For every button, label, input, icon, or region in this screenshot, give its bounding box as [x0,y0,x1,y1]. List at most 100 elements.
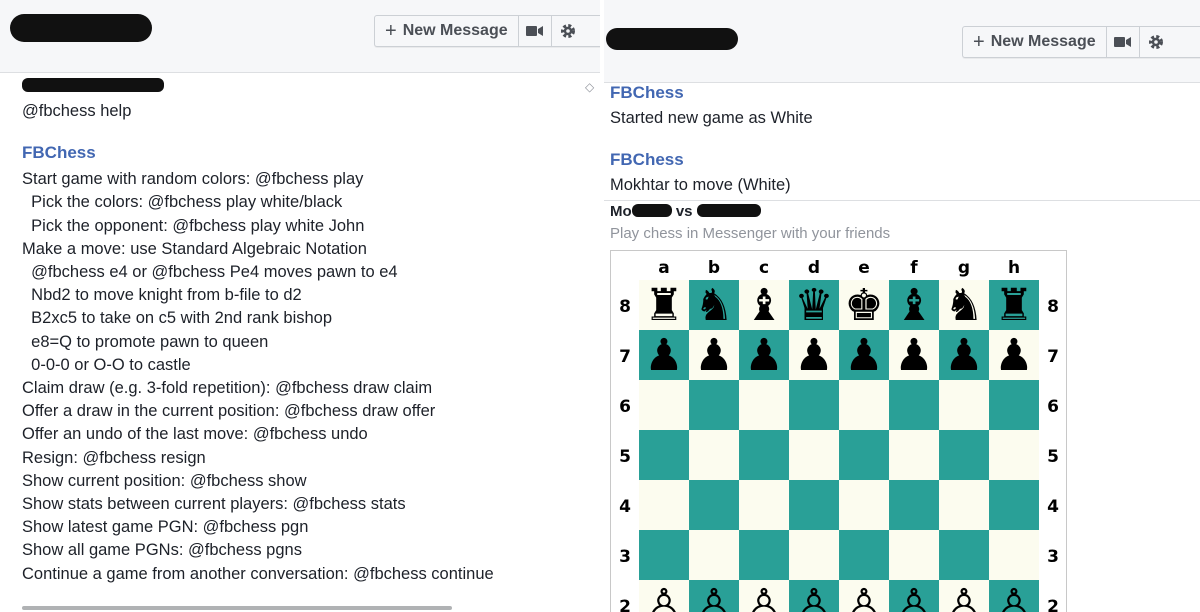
board-square[interactable] [839,380,889,430]
board-square[interactable] [839,430,889,480]
message-options-icon[interactable]: ◇ [585,80,594,94]
redacted-conversation-name [606,28,738,50]
chess-piece[interactable]: ♜ [644,280,683,331]
chess-piece[interactable]: ♙ [694,580,733,612]
board-square[interactable] [639,430,689,480]
board-square[interactable] [689,530,739,580]
help-line: Show latest game PGN: @fbchess pgn [22,518,309,537]
board-square[interactable] [739,430,789,480]
gear-icon [1148,35,1163,49]
chess-piece[interactable]: ♟ [794,330,833,381]
board-square[interactable] [939,380,989,430]
board-square[interactable] [739,480,789,530]
redacted-user-name [22,78,164,92]
settings-button[interactable] [552,16,584,46]
board-square[interactable] [889,480,939,530]
chess-piece[interactable]: ♝ [894,280,933,331]
video-camera-icon [1113,37,1131,47]
rank-label: 5 [1047,447,1059,467]
board-square[interactable] [939,430,989,480]
board-square[interactable] [739,530,789,580]
help-line: Show stats between current players: @fbc… [22,495,406,514]
chess-piece[interactable]: ♙ [844,580,883,612]
rank-label: 5 [619,447,631,467]
chess-piece[interactable]: ♟ [744,330,783,381]
video-call-button[interactable] [519,16,552,46]
chess-piece[interactable]: ♞ [694,280,733,331]
game-subtitle: Play chess in Messenger with your friend… [610,225,891,242]
help-line: Make a move: use Standard Algebraic Nota… [22,239,367,258]
rank-label: 7 [619,347,631,367]
board-square[interactable] [639,530,689,580]
help-line: @fbchess e4 or @fbchess Pe4 moves pawn t… [22,263,398,282]
header-toolbar: + New Message [374,15,600,47]
board-square[interactable] [889,430,939,480]
rank-label: 4 [619,497,631,517]
board-square[interactable] [789,380,839,430]
chess-piece[interactable]: ♙ [894,580,933,612]
message-list: FBChess Started new game as White FBChes… [610,82,1200,197]
gear-icon [560,24,575,38]
chess-piece[interactable]: ♟ [844,330,883,381]
sender-name[interactable]: FBChess [610,82,1200,104]
file-label: e [858,258,870,278]
partial-message-line [22,598,452,610]
chess-piece[interactable]: ♟ [944,330,983,381]
sender-name[interactable]: FBChess [22,142,600,164]
bot-message: Mokhtar to move (White) [610,176,791,195]
chess-piece[interactable]: ♚ [844,280,883,331]
settings-button[interactable] [1140,27,1172,57]
board-square[interactable] [789,480,839,530]
new-message-button[interactable]: + New Message [375,16,519,46]
new-message-button[interactable]: + New Message [963,27,1107,57]
board-square[interactable] [889,380,939,430]
chess-game-card[interactable]: Mo vs Play chess in Messenger with your … [604,200,1200,612]
board-square[interactable] [939,530,989,580]
chess-piece[interactable]: ♛ [794,280,833,331]
sender-name[interactable]: FBChess [610,149,1200,171]
plus-icon: + [385,20,397,42]
board-square[interactable] [639,480,689,530]
chess-piece[interactable]: ♟ [694,330,733,381]
board-square[interactable] [989,380,1039,430]
help-line: Resign: @fbchess resign [22,448,206,467]
board-square[interactable] [839,480,889,530]
chess-piece[interactable]: ♞ [944,280,983,331]
video-call-button[interactable] [1107,27,1140,57]
help-line: e8=Q to promote pawn to queen [22,332,269,351]
help-line: Show all game PGNs: @fbchess pgns [22,541,302,560]
chess-piece[interactable]: ♙ [644,580,683,612]
rank-label: 6 [1047,397,1059,417]
chess-piece[interactable]: ♙ [794,580,833,612]
board-square[interactable] [789,530,839,580]
chess-board[interactable]: a b c d e f g h 8 8 ♜ ♞ ♝ ♛ ♚ ♝ ♞ ♜ 7 7 ♟ ♟ ♟ ♟ ♟ ♟ ♟ ♟ 6 6 5 5 4 4 3 3 2 2 ♙ ♙… [610,250,1067,612]
board-square[interactable] [689,380,739,430]
chess-piece[interactable]: ♝ [744,280,783,331]
chess-piece[interactable]: ♟ [894,330,933,381]
board-square[interactable] [689,430,739,480]
chess-piece[interactable]: ♙ [994,580,1033,612]
board-square[interactable] [939,480,989,530]
new-message-label: New Message [990,33,1096,50]
board-square[interactable] [989,480,1039,530]
board-square[interactable] [689,480,739,530]
chess-piece[interactable]: ♟ [994,330,1033,381]
chess-piece[interactable]: ♙ [744,580,783,612]
board-square[interactable] [789,430,839,480]
rank-label: 6 [619,397,631,417]
board-square[interactable] [889,530,939,580]
help-line: Pick the opponent: @fbchess play white J… [22,216,365,235]
board-square[interactable] [739,380,789,430]
help-message: Start game with random colors: @fbchess … [22,168,600,586]
chess-piece[interactable]: ♟ [644,330,683,381]
chess-piece[interactable]: ♜ [994,280,1033,331]
help-line: Continue a game from another conversatio… [22,564,494,583]
board-square[interactable] [989,430,1039,480]
file-label: a [658,258,669,278]
board-square[interactable] [639,380,689,430]
board-square[interactable] [989,530,1039,580]
file-label: f [910,258,918,278]
board-square[interactable] [839,530,889,580]
chess-piece[interactable]: ♙ [944,580,983,612]
help-line: Show current position: @fbchess show [22,471,307,490]
